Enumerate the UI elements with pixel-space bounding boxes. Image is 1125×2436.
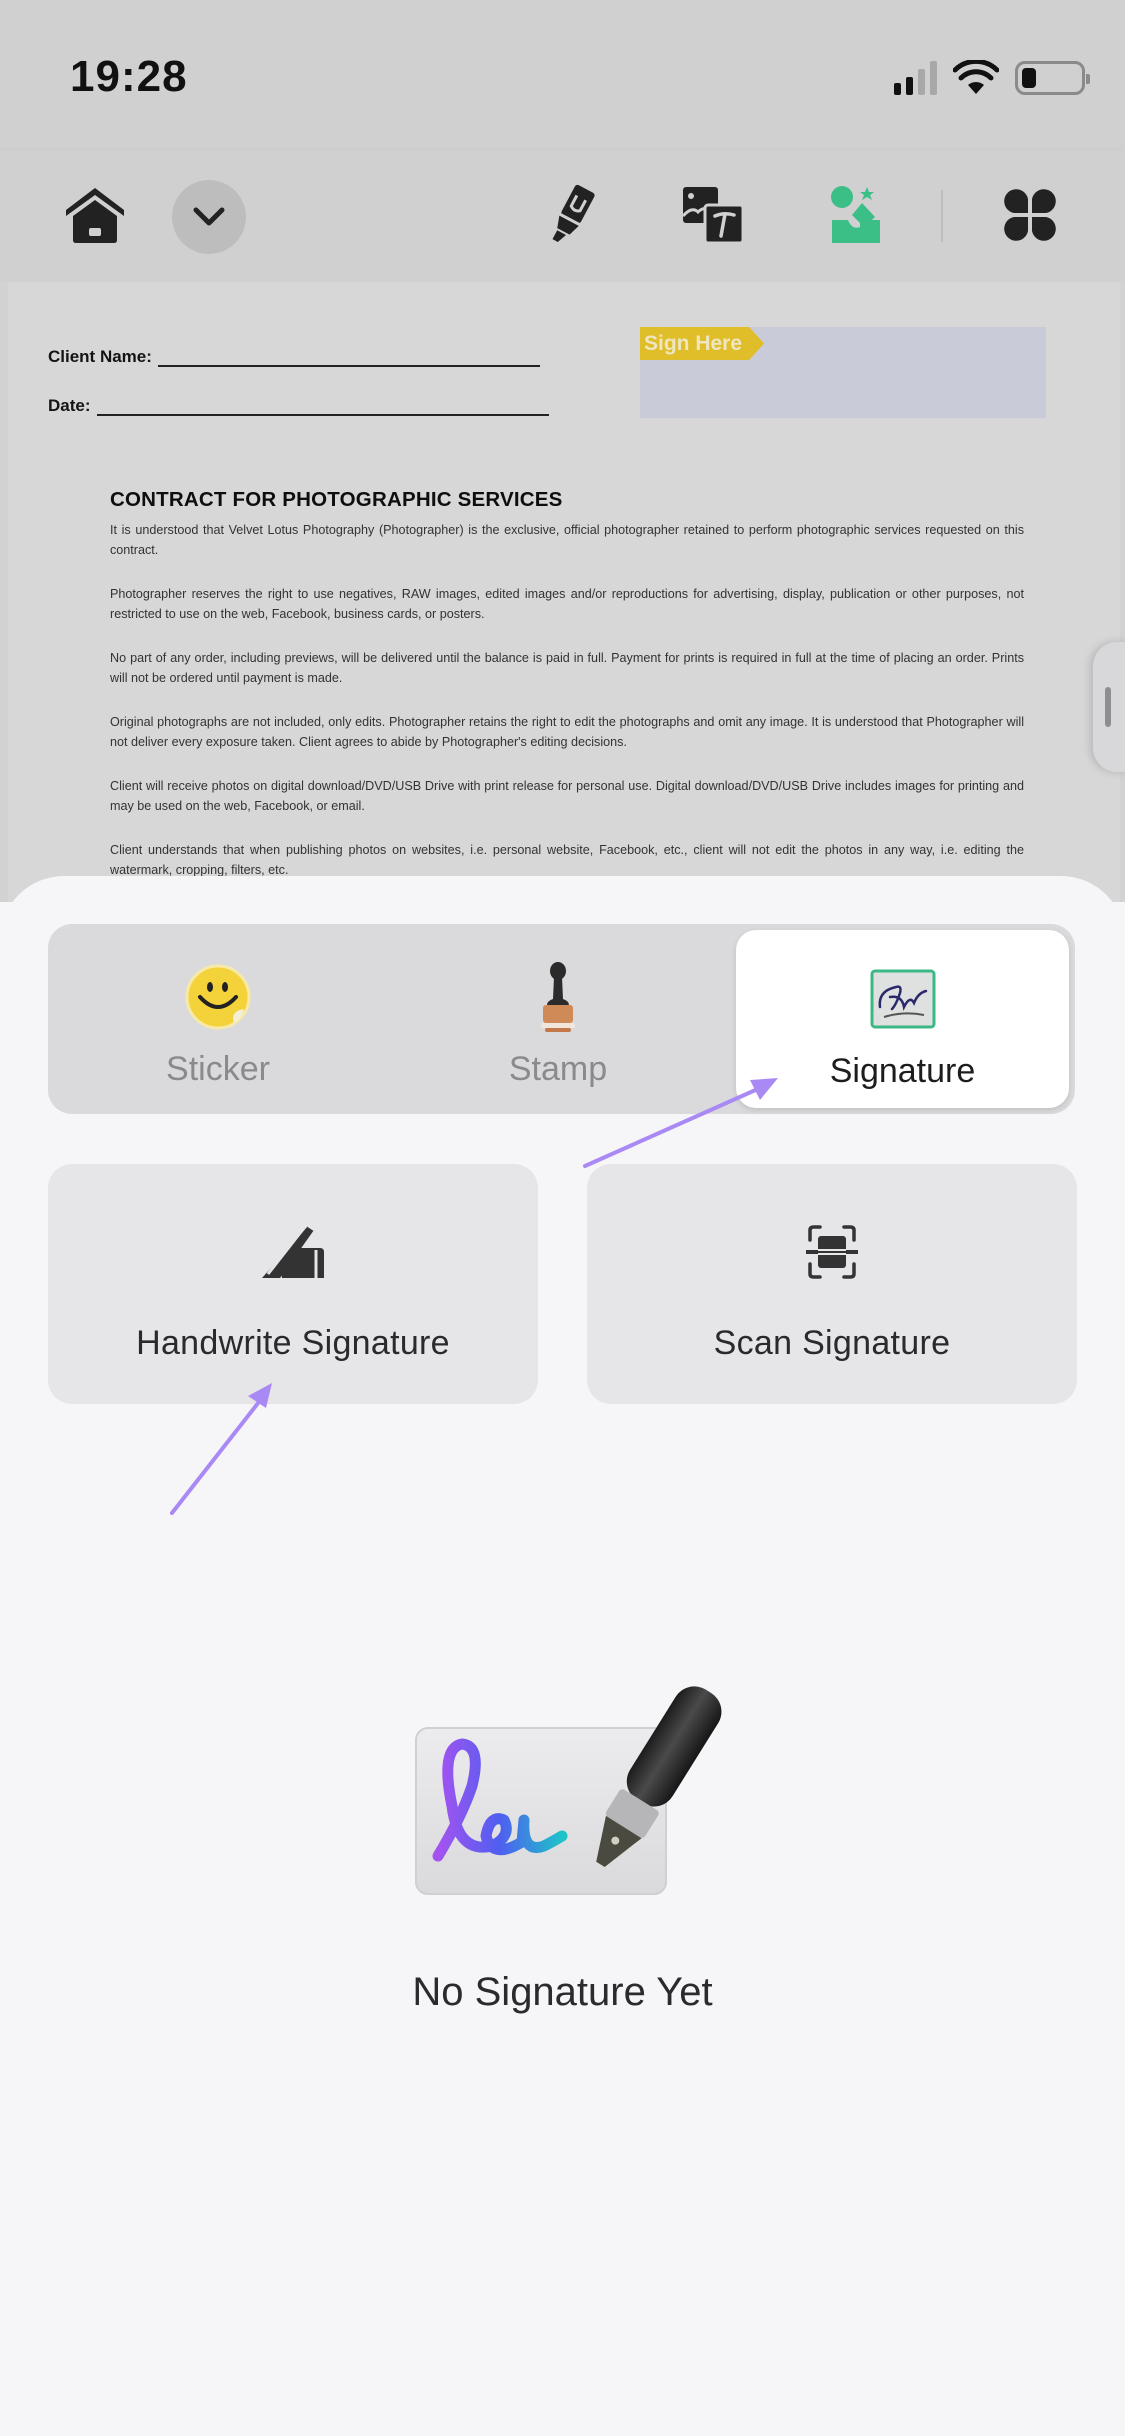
date-line: [96, 414, 549, 416]
smiley-sticker-icon: [183, 962, 253, 1032]
date-field[interactable]: Date:: [48, 396, 549, 416]
category-segmented-control: Sticker Stamp Signature: [48, 924, 1075, 1114]
client-name-field[interactable]: Client Name:: [48, 347, 540, 367]
tab-label: Sticker: [166, 1050, 270, 1088]
wifi-icon: [953, 60, 999, 94]
tab-label: Stamp: [508, 1050, 608, 1088]
home-icon: [66, 188, 124, 243]
empty-state-text: No Signature Yet: [412, 1970, 713, 2014]
document-viewer[interactable]: Client Name: Date: Sign Here CONTRACT FO…: [0, 282, 1125, 902]
option-label: Scan Signature: [713, 1324, 951, 1362]
paragraph: Photographer reserves the right to use n…: [110, 587, 1024, 621]
paragraph: It is understood that Velvet Lotus Photo…: [110, 523, 1024, 557]
client-name-line: [157, 365, 540, 367]
apps-grid-icon: [1004, 189, 1056, 241]
battery-icon: [1015, 61, 1090, 95]
signature-bottom-sheet: Sticker Stamp Signature Handwrite Signat…: [0, 876, 1125, 2436]
paragraph: No part of any order, including previews…: [110, 651, 1024, 685]
tab-label: Signature: [829, 1052, 976, 1090]
status-bar: 19:28: [0, 0, 1125, 150]
rubber-stamp-icon: [523, 962, 593, 1032]
scan-icon: [796, 1222, 868, 1282]
image-text-icon: [682, 187, 744, 244]
tab-sticker[interactable]: Sticker: [48, 924, 388, 1114]
tab-signature[interactable]: Signature: [736, 930, 1069, 1108]
home-button[interactable]: [60, 180, 130, 250]
status-time: 19:28: [70, 52, 188, 101]
signature-pen-illustration: [415, 1686, 722, 1895]
handwrite-signature-button[interactable]: Handwrite Signature: [48, 1164, 538, 1404]
dropdown-button[interactable]: [172, 180, 246, 254]
scan-signature-button[interactable]: Scan Signature: [587, 1164, 1077, 1404]
highlighter-tool-button[interactable]: [536, 180, 606, 250]
status-icons: [894, 60, 1090, 96]
document-page: Client Name: Date: Sign Here CONTRACT FO…: [8, 282, 1120, 902]
paragraph: Original photographs are not included, o…: [110, 715, 1024, 749]
cellular-signal-icon: [894, 61, 937, 95]
tab-stamp[interactable]: Stamp: [388, 924, 728, 1114]
sign-here-box[interactable]: Sign Here: [640, 327, 1046, 418]
signature-icon: [868, 964, 938, 1034]
paragraph: Client understands that when publishing …: [110, 843, 1024, 877]
date-label: Date:: [48, 396, 91, 415]
sign-stamp-tool-button[interactable]: [822, 180, 892, 250]
hand-pen-icon: [257, 1222, 329, 1282]
sign-stamp-icon: [831, 186, 880, 243]
top-toolbar: [0, 150, 1125, 282]
apps-menu-button[interactable]: [995, 180, 1065, 250]
document-title: CONTRACT FOR PHOTOGRAPHIC SERVICES: [110, 488, 563, 511]
client-name-label: Client Name:: [48, 347, 152, 366]
image-text-tool-button[interactable]: [678, 180, 748, 250]
chevron-down-icon: [193, 207, 225, 226]
paragraph: Client will receive photos on digital do…: [110, 779, 1024, 813]
highlighter-icon: [552, 184, 595, 242]
toolbar-divider: [941, 190, 943, 242]
sign-here-tag: Sign Here: [640, 327, 764, 360]
option-label: Handwrite Signature: [136, 1324, 450, 1362]
scroll-handle[interactable]: [1093, 642, 1125, 772]
